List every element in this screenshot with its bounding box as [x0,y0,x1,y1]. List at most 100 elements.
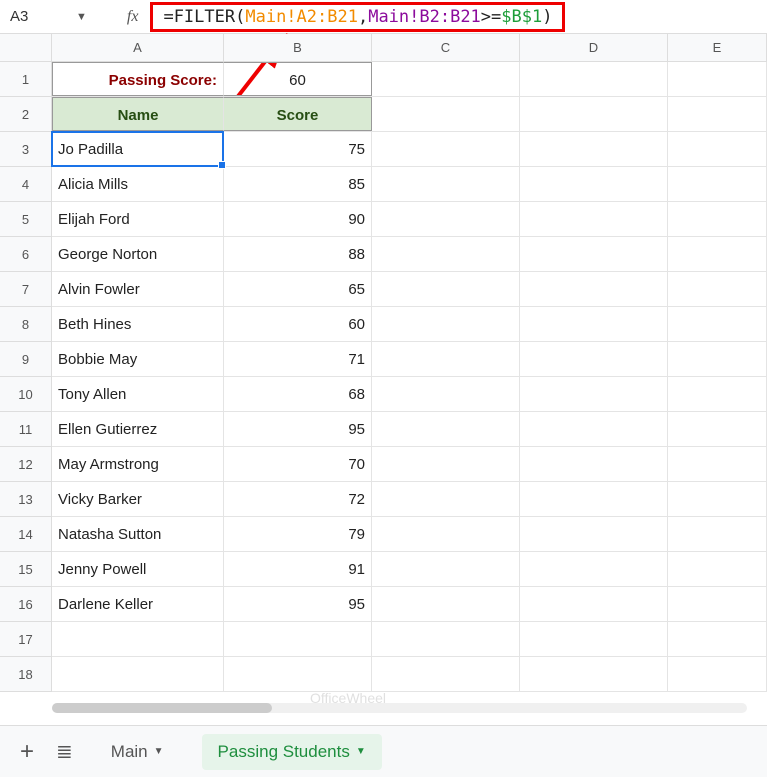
cell[interactable] [520,622,668,656]
cell[interactable] [372,657,520,691]
cell[interactable] [520,587,668,621]
name-cell[interactable]: Vicky Barker [52,482,224,516]
h-scroll-thumb[interactable] [52,703,272,713]
cell[interactable] [52,622,224,656]
cell[interactable] [520,202,668,236]
row-header[interactable]: 10 [0,377,52,412]
name-cell[interactable]: Natasha Sutton [52,517,224,551]
name-cell[interactable]: May Armstrong [52,447,224,481]
cell[interactable] [668,97,767,131]
row-header[interactable]: 17 [0,622,52,657]
cell[interactable] [668,167,767,201]
cell[interactable] [372,482,520,516]
score-cell[interactable]: 75 [224,132,372,166]
col-header-A[interactable]: A [52,34,224,61]
score-cell[interactable]: 70 [224,447,372,481]
col-header-C[interactable]: C [372,34,520,61]
name-cell[interactable]: Alvin Fowler [52,272,224,306]
cell[interactable] [668,272,767,306]
cell[interactable] [520,97,668,131]
name-cell[interactable]: Jo Padilla [52,132,224,166]
name-cell[interactable]: Beth Hines [52,307,224,341]
cell[interactable] [372,62,520,96]
cell[interactable] [668,202,767,236]
cell[interactable] [668,342,767,376]
name-cell[interactable]: Ellen Gutierrez [52,412,224,446]
add-sheet-button[interactable]: + [20,740,34,764]
sheet-tab-passing-students[interactable]: Passing Students ▼ [202,734,382,770]
name-cell[interactable]: Jenny Powell [52,552,224,586]
formula-content[interactable]: =FILTER(Main!A2:B21,Main!B2:B21>=$B$1) [150,2,565,32]
cell[interactable] [668,132,767,166]
sheet-tab-main[interactable]: Main ▼ [95,734,180,770]
row-header[interactable]: 6 [0,237,52,272]
cell[interactable] [520,132,668,166]
all-sheets-button[interactable]: ≣ [56,739,73,764]
score-cell[interactable]: 95 [224,412,372,446]
cell[interactable] [668,307,767,341]
cell[interactable] [372,622,520,656]
row-header[interactable]: 5 [0,202,52,237]
cell[interactable] [372,307,520,341]
col-header-E[interactable]: E [668,34,767,61]
row-header[interactable]: 13 [0,482,52,517]
cell[interactable] [372,272,520,306]
sheet-tab-main-dropdown-icon[interactable]: ▼ [154,746,164,757]
cell[interactable] [520,237,668,271]
sheet-tab-passing-dropdown-icon[interactable]: ▼ [356,746,366,757]
cell[interactable] [520,62,668,96]
header-score[interactable]: Score [224,97,372,131]
name-cell[interactable]: George Norton [52,237,224,271]
passing-score-label[interactable]: Passing Score: [52,62,224,96]
cell[interactable] [520,517,668,551]
cell[interactable] [372,412,520,446]
fx-icon[interactable]: fx [127,8,139,26]
score-cell[interactable]: 88 [224,237,372,271]
cell[interactable] [372,202,520,236]
cell[interactable] [668,657,767,691]
score-cell[interactable]: 72 [224,482,372,516]
cell[interactable] [520,552,668,586]
row-header[interactable]: 3 [0,132,52,167]
name-cell[interactable]: Alicia Mills [52,167,224,201]
cell[interactable] [520,272,668,306]
cell[interactable] [372,167,520,201]
name-cell[interactable]: Bobbie May [52,342,224,376]
cell[interactable] [668,552,767,586]
cell[interactable] [224,657,372,691]
cell[interactable] [372,97,520,131]
cell[interactable] [668,377,767,411]
score-cell[interactable]: 85 [224,167,372,201]
cell[interactable] [372,587,520,621]
cell[interactable] [668,622,767,656]
cell[interactable] [668,517,767,551]
row-header[interactable]: 14 [0,517,52,552]
name-box-dropdown-icon[interactable]: ▼ [76,11,87,23]
cell[interactable] [668,482,767,516]
cell[interactable] [520,342,668,376]
cell[interactable] [372,342,520,376]
cell[interactable] [520,412,668,446]
row-header[interactable]: 15 [0,552,52,587]
cell[interactable] [372,447,520,481]
cell[interactable] [52,657,224,691]
name-cell[interactable]: Tony Allen [52,377,224,411]
col-header-B[interactable]: B [224,34,372,61]
score-cell[interactable]: 79 [224,517,372,551]
cell[interactable] [520,447,668,481]
name-box-input[interactable] [6,5,76,29]
score-cell[interactable]: 90 [224,202,372,236]
cells-area[interactable]: Passing Score:60NameScoreJo Padilla75Ali… [52,62,767,692]
row-header[interactable]: 16 [0,587,52,622]
cell[interactable] [668,62,767,96]
cell[interactable] [668,237,767,271]
cell[interactable] [372,517,520,551]
row-header[interactable]: 8 [0,307,52,342]
col-header-D[interactable]: D [520,34,668,61]
name-cell[interactable]: Darlene Keller [52,587,224,621]
cell[interactable] [520,377,668,411]
row-header[interactable]: 2 [0,97,52,132]
cell[interactable] [520,307,668,341]
cell[interactable] [520,657,668,691]
cell[interactable] [372,237,520,271]
